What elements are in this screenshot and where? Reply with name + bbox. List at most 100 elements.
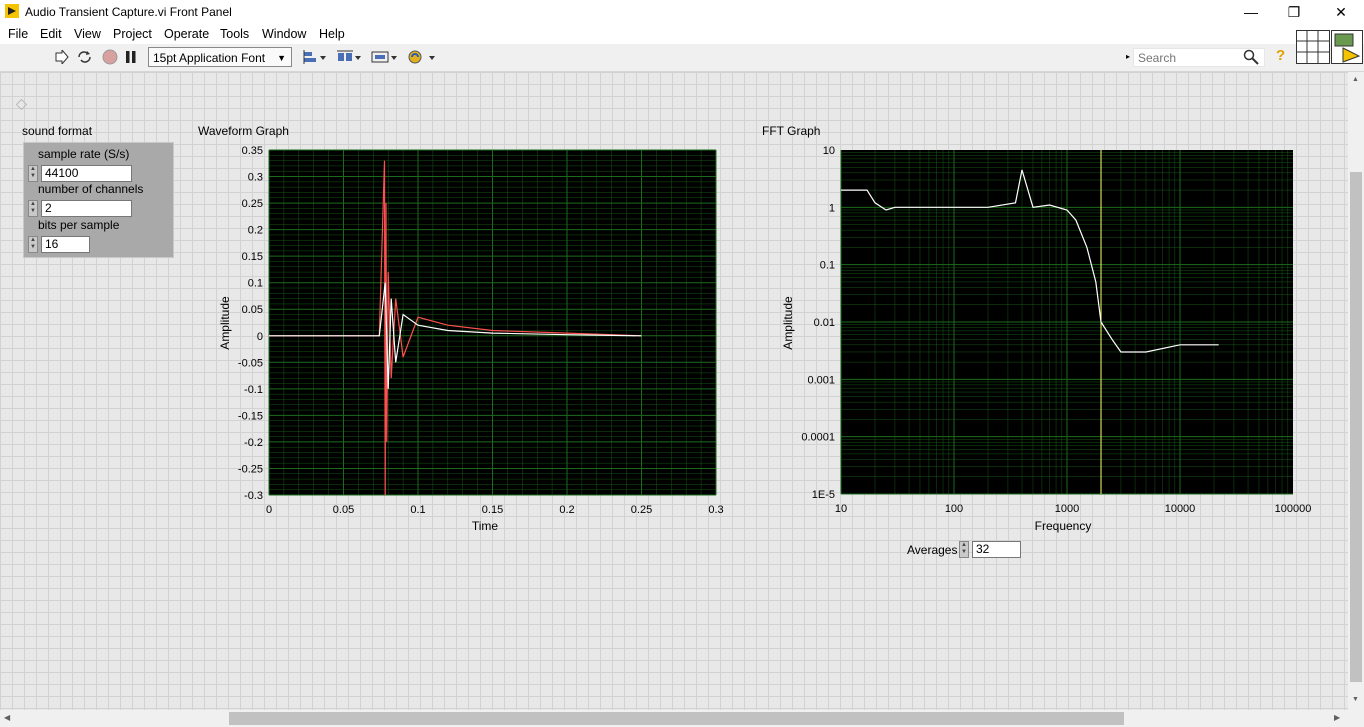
scroll-down-icon[interactable]: ▼ <box>1352 696 1359 703</box>
fft-y-axis-label: Amplitude <box>781 296 795 350</box>
abort-icon[interactable] <box>102 49 118 65</box>
waveform-y-tick-label: -0.05 <box>238 357 263 369</box>
waveform-x-tick-label: 0.15 <box>482 504 503 516</box>
channels-control: ▲ ▼ 2 <box>28 200 132 217</box>
search-input[interactable] <box>1134 49 1242 67</box>
waveform-x-tick-label: 0.25 <box>631 504 652 516</box>
waveform-y-tick-label: 0.2 <box>248 225 263 237</box>
reorder-icon[interactable] <box>408 49 436 65</box>
averages-field[interactable]: 32 <box>972 541 1021 558</box>
resize-objects-icon[interactable] <box>371 49 398 65</box>
menu-edit[interactable]: Edit <box>40 27 62 41</box>
pause-icon[interactable] <box>125 50 137 64</box>
sample-rate-spinner[interactable]: ▲ ▼ <box>28 165 38 182</box>
waveform-x-tick-label: 0 <box>266 504 272 516</box>
menu-view[interactable]: View <box>74 27 101 41</box>
sample-rate-control: ▲ ▼ 44100 <box>28 165 132 182</box>
channels-field[interactable]: 2 <box>41 200 132 217</box>
waveform-y-tick-label: -0.25 <box>238 463 263 475</box>
sample-rate-label: sample rate (S/s) <box>38 147 130 161</box>
bits-per-sample-control: ▲ ▼ 16 <box>28 236 90 253</box>
waveform-graph[interactable]: 0.35 0.3 0.25 0.2 0.15 0.1 0.05 0 -0.05 -0.1 -0.15… <box>195 140 735 540</box>
menu-tools[interactable]: Tools <box>220 27 249 41</box>
fft-y-tick-label: 1E-5 <box>812 489 835 501</box>
fft-graph[interactable]: 10 1 0.1 0.01 0.001 0.0001 1E-5 10 100 1000 10000… <box>760 140 1320 540</box>
bits-per-sample-spinner[interactable]: ▲ ▼ <box>28 236 38 253</box>
horizontal-scrollbar[interactable]: ◀ ▶ <box>0 710 1348 727</box>
waveform-graph-label: Waveform Graph <box>198 124 289 138</box>
bits-per-sample-field[interactable]: 16 <box>41 236 90 253</box>
fft-x-tick-label: 10000 <box>1165 503 1196 515</box>
close-button[interactable]: ✕ <box>1318 0 1364 24</box>
averages-control: ▲ ▼ 32 <box>959 541 1021 558</box>
menu-help[interactable]: Help <box>319 27 345 41</box>
window-titlebar: Audio Transient Capture.vi Front Panel —… <box>0 0 1364 24</box>
scroll-up-icon[interactable]: ▲ <box>1352 76 1359 83</box>
vertical-scroll-thumb[interactable] <box>1350 172 1362 682</box>
distribute-objects-icon[interactable] <box>336 49 362 65</box>
waveform-x-tick-label: 0.1 <box>410 504 425 516</box>
search-pointer-icon: ▸ <box>1126 52 1131 61</box>
font-selector-value: 15pt Application Font <box>153 51 266 65</box>
sound-format-label: sound format <box>22 124 93 138</box>
waveform-y-tick-label: 0 <box>257 331 263 343</box>
fft-y-tick-label: 0.0001 <box>801 432 835 444</box>
fft-x-tick-label: 100 <box>945 503 963 515</box>
waveform-y-tick-label: 0.35 <box>242 145 263 157</box>
font-selector[interactable]: 15pt Application Font ▼ <box>148 47 292 67</box>
waveform-y-tick-label: -0.2 <box>244 437 263 449</box>
waveform-y-tick-label: 0.15 <box>242 251 263 263</box>
channels-label: number of channels <box>38 182 144 196</box>
channels-spinner[interactable]: ▲ ▼ <box>28 200 38 217</box>
toolbar: 15pt Application Font ▼ ▸ ? <box>0 30 1364 72</box>
help-icon[interactable]: ? <box>1276 48 1285 64</box>
window-title: Audio Transient Capture.vi Front Panel <box>25 5 232 19</box>
menu-operate[interactable]: Operate <box>164 27 209 41</box>
menu-bar: File Edit View Project Operate Tools Win… <box>0 24 1364 44</box>
menu-project[interactable]: Project <box>113 27 152 41</box>
waveform-y-tick-label: -0.3 <box>244 490 263 502</box>
fft-y-tick-label: 0.1 <box>820 260 835 272</box>
sample-rate-field[interactable]: 44100 <box>41 165 132 182</box>
fft-x-tick-label: 1000 <box>1055 503 1079 515</box>
waveform-y-tick-label: -0.1 <box>244 384 263 396</box>
scroll-left-icon[interactable]: ◀ <box>4 713 10 722</box>
averages-spinner[interactable]: ▲ ▼ <box>959 541 969 558</box>
vi-icon[interactable] <box>1331 30 1363 64</box>
waveform-y-tick-label: 0.25 <box>242 198 263 210</box>
waveform-y-axis-label: Amplitude <box>218 296 232 350</box>
waveform-y-tick-label: 0.1 <box>248 278 263 290</box>
connector-pane-icon[interactable] <box>1296 30 1330 64</box>
fft-y-tick-label: 0.001 <box>807 374 835 386</box>
sound-format-cluster: sample rate (S/s) ▲ ▼ 44100 number of cha… <box>23 142 174 258</box>
bits-per-sample-label: bits per sample <box>38 218 120 232</box>
origin-marker-icon <box>16 99 27 110</box>
waveform-x-tick-label: 0.2 <box>559 504 574 516</box>
scroll-right-icon[interactable]: ▶ <box>1334 713 1340 722</box>
menu-window[interactable]: Window <box>262 27 306 41</box>
restore-button[interactable]: ❐ <box>1271 0 1317 24</box>
averages-label: Averages <box>907 543 958 557</box>
align-objects-icon[interactable] <box>303 49 327 65</box>
fft-y-tick-label: 10 <box>823 145 835 157</box>
fft-x-tick-label: 100000 <box>1275 503 1312 515</box>
fft-y-tick-label: 0.01 <box>814 317 835 329</box>
fft-graph-label: FFT Graph <box>762 124 821 138</box>
labview-app-icon <box>5 4 19 18</box>
vertical-scrollbar[interactable]: ▲ ▼ <box>1348 72 1364 710</box>
search-icon[interactable] <box>1243 49 1259 65</box>
horizontal-scroll-thumb[interactable] <box>229 712 1124 725</box>
waveform-x-tick-label: 0.3 <box>708 504 723 516</box>
waveform-y-tick-label: -0.15 <box>238 410 263 422</box>
waveform-x-tick-label: 0.05 <box>333 504 354 516</box>
waveform-y-tick-label: 0.05 <box>242 304 263 316</box>
run-continuously-icon[interactable] <box>76 49 93 65</box>
fft-x-tick-label: 10 <box>835 503 847 515</box>
waveform-y-tick-label: 0.3 <box>248 172 263 184</box>
run-arrow-icon[interactable] <box>55 50 69 64</box>
minimize-button[interactable]: — <box>1228 0 1274 24</box>
fft-x-axis-label: Frequency <box>1035 519 1092 533</box>
chevron-down-icon: ▼ <box>277 53 286 63</box>
menu-file[interactable]: File <box>8 27 28 41</box>
waveform-x-axis-label: Time <box>472 519 499 533</box>
